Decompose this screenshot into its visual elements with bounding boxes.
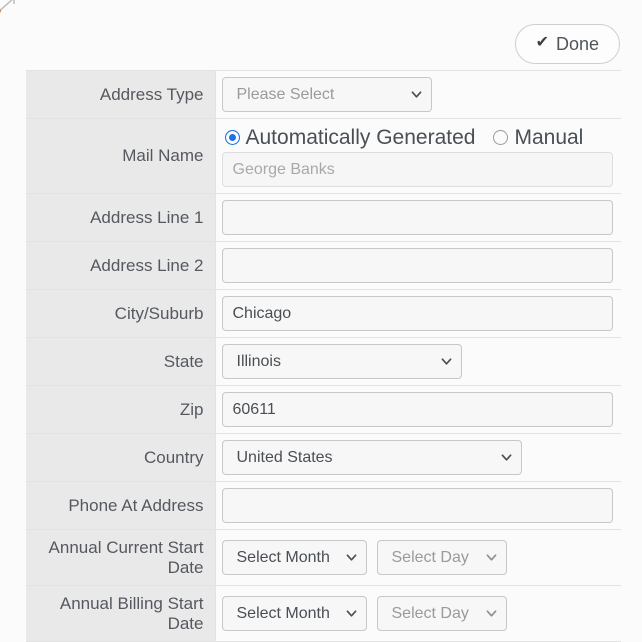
field-address-type: Please Select bbox=[215, 70, 621, 119]
field-annual-current-start-date: Select Month Select Day bbox=[215, 529, 621, 586]
form-row-annual-billing-start-date: Annual Billing Start Date Select Month S… bbox=[26, 585, 621, 642]
annual-current-start-month-value: Select Month bbox=[221, 540, 367, 576]
annual-billing-start-month-select[interactable]: Select Month bbox=[221, 596, 367, 632]
country-select[interactable]: United States bbox=[221, 440, 522, 475]
radio-label-automatically-generated: Automatically Generated bbox=[245, 126, 476, 149]
form-row-mail-name: Mail Name Automatically Generated Manual bbox=[26, 118, 621, 194]
address-form-table: Address Type Please Select Mail Name Aut… bbox=[26, 70, 621, 642]
state-select[interactable]: Illinois bbox=[221, 344, 462, 379]
field-state: Illinois bbox=[215, 337, 621, 386]
label-phone-at-address: Phone At Address bbox=[26, 481, 216, 530]
annual-billing-start-month-value: Select Month bbox=[221, 596, 367, 632]
label-annual-billing-start-date: Annual Billing Start Date bbox=[26, 585, 216, 642]
annual-billing-start-day-value: Select Day bbox=[376, 596, 507, 632]
zip-input[interactable] bbox=[221, 392, 613, 427]
field-city-suburb bbox=[215, 289, 621, 338]
address-type-select-value: Please Select bbox=[221, 77, 432, 112]
mail-name-input bbox=[221, 152, 613, 187]
radio-label-manual: Manual bbox=[514, 126, 584, 149]
form-row-country: Country United States bbox=[26, 433, 621, 482]
annual-current-start-day-value: Select Day bbox=[376, 540, 507, 576]
label-zip: Zip bbox=[26, 385, 216, 434]
toolbar: ✔ Done bbox=[0, 0, 642, 70]
radio-manual[interactable] bbox=[493, 130, 509, 145]
form-row-state: State Illinois bbox=[26, 337, 621, 386]
done-button-label: Done bbox=[555, 34, 599, 54]
label-annual-current-start-date: Annual Current Start Date bbox=[26, 529, 216, 586]
field-address-line-2 bbox=[215, 241, 621, 290]
form-row-phone-at-address: Phone At Address bbox=[26, 481, 621, 530]
label-address-line-2: Address Line 2 bbox=[26, 241, 216, 290]
field-country: United States bbox=[215, 433, 621, 482]
phone-at-address-input[interactable] bbox=[221, 488, 613, 523]
mail-name-radio-group: Automatically Generated Manual bbox=[222, 125, 614, 152]
state-select-value: Illinois bbox=[221, 344, 462, 379]
annual-billing-start-day-select[interactable]: Select Day bbox=[376, 596, 507, 632]
label-address-line-1: Address Line 1 bbox=[26, 193, 216, 242]
annual-current-start-date-group: Select Month Select Day bbox=[221, 540, 614, 576]
label-state: State bbox=[26, 337, 216, 386]
address-line-1-input[interactable] bbox=[221, 200, 613, 235]
done-button[interactable]: ✔ Done bbox=[514, 24, 620, 64]
field-address-line-1 bbox=[215, 193, 621, 242]
label-city-suburb: City/Suburb bbox=[26, 289, 216, 338]
address-line-2-input[interactable] bbox=[221, 248, 613, 283]
annual-current-start-month-select[interactable]: Select Month bbox=[221, 540, 367, 576]
address-type-select[interactable]: Please Select bbox=[221, 77, 432, 112]
form-row-annual-current-start-date: Annual Current Start Date Select Month S… bbox=[26, 529, 621, 586]
form-row-city-suburb: City/Suburb bbox=[26, 289, 621, 338]
field-zip bbox=[215, 385, 621, 434]
form-row-address-line-2: Address Line 2 bbox=[26, 241, 621, 290]
annual-billing-start-date-group: Select Month Select Day bbox=[221, 596, 614, 632]
label-country: Country bbox=[26, 433, 216, 482]
field-mail-name: Automatically Generated Manual bbox=[215, 118, 621, 194]
label-mail-name: Mail Name bbox=[26, 118, 216, 194]
label-address-type: Address Type bbox=[26, 70, 216, 119]
field-annual-billing-start-date: Select Month Select Day bbox=[215, 585, 621, 642]
radio-automatically-generated[interactable] bbox=[224, 130, 240, 145]
form-row-address-type: Address Type Please Select bbox=[26, 70, 621, 119]
country-select-value: United States bbox=[221, 440, 522, 475]
field-phone-at-address bbox=[215, 481, 621, 530]
form-row-zip: Zip bbox=[26, 385, 621, 434]
form-row-address-line-1: Address Line 1 bbox=[26, 193, 621, 242]
city-suburb-input[interactable] bbox=[221, 296, 613, 331]
annual-current-start-day-select[interactable]: Select Day bbox=[376, 540, 507, 576]
check-icon: ✔ bbox=[535, 34, 549, 51]
